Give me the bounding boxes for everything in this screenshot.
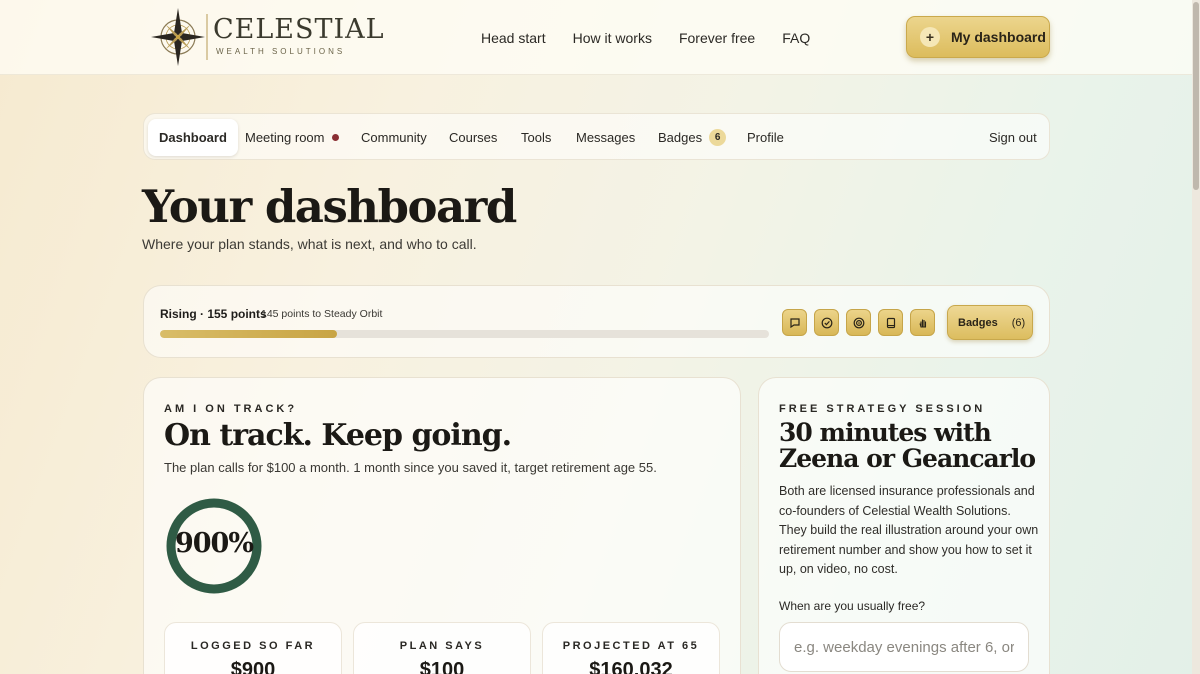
celestial-logo[interactable]: CELESTIAL WEALTH SOLUTIONS	[150, 6, 384, 68]
nav-how-it-works[interactable]: How it works	[573, 30, 652, 46]
stat-plan-value: $100	[419, 659, 465, 674]
check-circle-icon[interactable]	[814, 309, 839, 336]
page-subtitle: Where your plan stands, what is next, an…	[142, 236, 477, 252]
hand-icon[interactable]	[910, 309, 935, 336]
progress-ring-value: 900%	[174, 528, 254, 559]
on-track-eyebrow: AM I ON TRACK?	[164, 403, 298, 415]
rank-points: Rising · 155 points	[160, 307, 267, 321]
stat-plan-label: PLAN SAYS	[399, 640, 485, 652]
nav-faq[interactable]: FAQ	[782, 30, 810, 46]
availability-label: When are you usually free?	[779, 599, 926, 613]
nav-forever-free[interactable]: Forever free	[679, 30, 755, 46]
chat-icon[interactable]	[782, 309, 807, 336]
plus-icon: +	[920, 27, 940, 47]
tab-messages[interactable]: Messages	[576, 114, 635, 161]
strategy-body: Both are licensed insurance professional…	[779, 484, 1039, 576]
stat-plan: PLAN SAYS $100	[353, 622, 531, 674]
tab-profile[interactable]: Profile	[747, 114, 784, 161]
scrollbar-thumb[interactable]	[1193, 2, 1199, 190]
my-dashboard-button[interactable]: + My dashboard	[906, 16, 1050, 58]
on-track-description: The plan calls for $100 a month. 1 month…	[164, 460, 657, 475]
badges-button[interactable]: Badges (6)	[947, 305, 1033, 340]
tab-courses[interactable]: Courses	[449, 114, 497, 161]
points-progress-bar	[160, 330, 769, 338]
strategy-session-card: FREE STRATEGY SESSION 30 minutes with Ze…	[758, 377, 1050, 674]
top-bar: CELESTIAL WEALTH SOLUTIONS Head start Ho…	[0, 0, 1192, 75]
strategy-heading: 30 minutes with Zeena or Geancarlo	[779, 418, 1036, 473]
points-to-next: 145 points to Steady Orbit	[261, 308, 383, 320]
tab-badges[interactable]: Badges 6	[658, 114, 727, 161]
tab-meeting-room[interactable]: Meeting room	[245, 114, 340, 161]
progress-ring: 900%	[164, 491, 264, 601]
stat-logged-label: LOGGED SO FAR	[190, 640, 316, 652]
points-progress-fill	[160, 330, 337, 338]
badges-count-badge: 6	[709, 129, 727, 147]
on-track-card: AM I ON TRACK? On track. Keep going. The…	[143, 377, 741, 674]
book-icon[interactable]	[878, 309, 903, 336]
badges-button-label: Badges	[958, 316, 998, 329]
stat-projected-value: $160,032	[589, 659, 673, 674]
strategy-eyebrow: FREE STRATEGY SESSION	[779, 403, 986, 415]
stat-logged-value: $900	[230, 659, 276, 674]
badges-button-count: (6)	[1011, 316, 1026, 329]
tab-meeting-room-label: Meeting room	[245, 130, 325, 145]
my-dashboard-label: My dashboard	[951, 29, 1046, 45]
tab-dashboard[interactable]: Dashboard	[148, 119, 238, 156]
availability-input[interactable]	[779, 622, 1029, 672]
notification-dot	[332, 134, 340, 142]
sign-out-link[interactable]: Sign out	[989, 114, 1037, 161]
tab-badges-label: Badges	[658, 130, 703, 145]
brand-tagline: WEALTH SOLUTIONS	[216, 47, 346, 56]
on-track-heading: On track. Keep going.	[164, 418, 512, 453]
main-nav: Head start How it works Forever free FAQ	[481, 30, 837, 46]
nav-head-start[interactable]: Head start	[481, 30, 546, 46]
progress-card: Rising · 155 points 145 points to Steady…	[143, 285, 1050, 358]
target-icon[interactable]	[846, 309, 871, 336]
stat-projected-label: PROJECTED AT 65	[562, 640, 700, 652]
dashboard-tabs: Dashboard Meeting room Community Courses…	[143, 113, 1050, 160]
tab-community[interactable]: Community	[361, 114, 427, 161]
brand-name: CELESTIAL	[213, 14, 385, 45]
stat-projected: PROJECTED AT 65 $160,032	[542, 622, 720, 674]
page-scrollbar[interactable]	[1192, 0, 1200, 674]
tab-tools[interactable]: Tools	[521, 114, 551, 161]
page-title: Your dashboard	[142, 180, 517, 233]
stat-logged: LOGGED SO FAR $900	[164, 622, 342, 674]
